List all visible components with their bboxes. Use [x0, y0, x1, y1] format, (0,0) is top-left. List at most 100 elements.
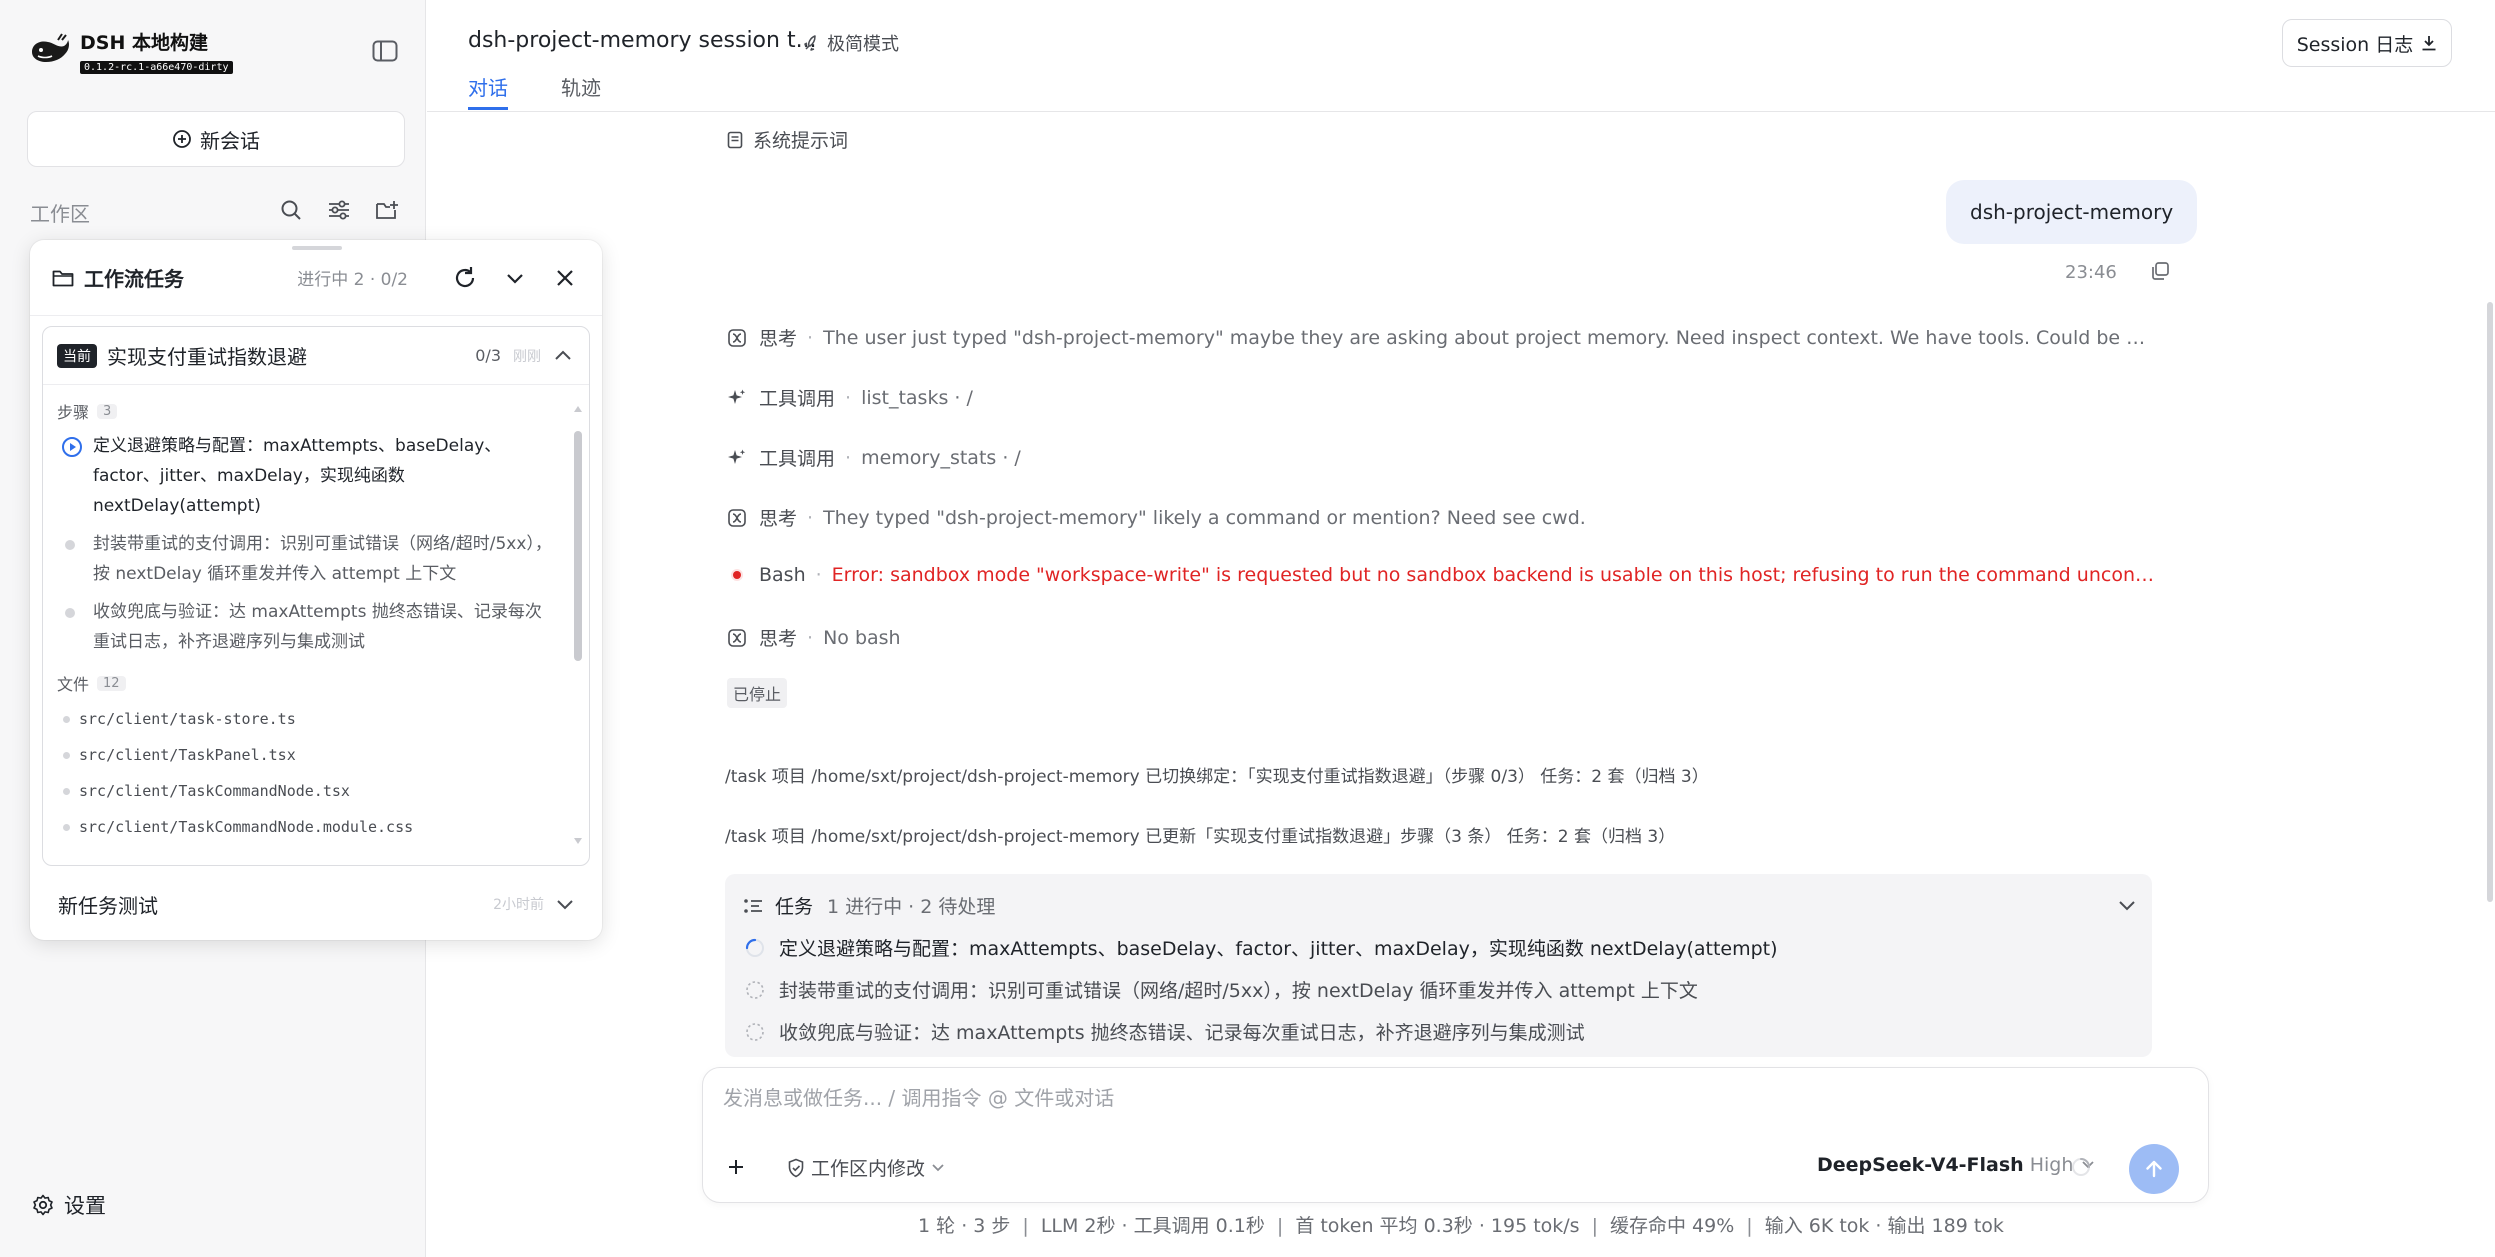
- task-panel-progress: 进行中 2 · 0/2: [297, 270, 408, 290]
- event-row-tool-call[interactable]: 工具调用 · memory_stats · /: [727, 444, 1021, 471]
- model-name: DeepSeek-V4-Flash: [1817, 1154, 2024, 1176]
- event-separator: ·: [807, 326, 814, 349]
- event-detail: The user just typed "dsh-project-memory"…: [823, 326, 2153, 349]
- workspace-label: 工作区: [30, 202, 90, 226]
- event-separator: ·: [807, 506, 814, 529]
- stat-item: LLM 2秒 · 工具调用 0.1秒: [1040, 1215, 1265, 1237]
- tab-chat[interactable]: 对话: [468, 72, 508, 110]
- filter-icon[interactable]: [325, 196, 353, 224]
- workspace-actions: [277, 196, 401, 224]
- event-kind: 思考: [759, 328, 798, 350]
- settings-label: 设置: [64, 1194, 106, 1218]
- plus-circle-icon: [173, 130, 191, 148]
- event-row-thinking[interactable]: 思考 · No bash: [727, 624, 901, 651]
- stat-item: 输入 6K tok · 输出 189 tok: [1764, 1215, 2004, 1237]
- composer: 工作区内修改 DeepSeek-V4-Flash High: [702, 1067, 2209, 1203]
- event-separator: ·: [845, 386, 852, 409]
- tasks-card-item[interactable]: 定义退避策略与配置：maxAttempts、baseDelay、factor、j…: [745, 934, 1778, 961]
- tasks-card-item[interactable]: 收敛兜底与验证：达 maxAttempts 抛终态错误、记录每次重试日志，补齐退…: [745, 1018, 1585, 1045]
- stat-item: 1 轮 · 3 步: [918, 1215, 1011, 1237]
- event-kind: 工具调用: [759, 448, 836, 470]
- model-select[interactable]: DeepSeek-V4-Flash High: [1817, 1154, 2095, 1176]
- event-detail-error: Error: sandbox mode "workspace-write" is…: [831, 564, 2162, 586]
- tasks-card-summary: 1 进行中 · 2 待处理: [827, 896, 996, 918]
- brand-version: 0.1.2-rc.1-a66e470-dirty: [80, 60, 233, 74]
- current-tag: 当前: [57, 343, 97, 368]
- current-task-title: 实现支付重试指数退避: [107, 345, 307, 369]
- conversation-scrollbar[interactable]: [2487, 302, 2495, 1257]
- user-message-bubble: dsh-project-memory: [1946, 180, 2198, 244]
- event-kind: 工具调用: [759, 388, 836, 410]
- event-row-tool-call[interactable]: 工具调用 · list_tasks · /: [727, 384, 973, 411]
- arrow-up-icon: [2146, 1160, 2162, 1178]
- event-row-thinking[interactable]: 思考 · The user just typed "dsh-project-me…: [727, 324, 2153, 351]
- attach-plus-icon[interactable]: [719, 1150, 753, 1184]
- event-row-bash-error[interactable]: Bash · Error: sandbox mode "workspace-wr…: [727, 564, 2162, 586]
- session-title[interactable]: dsh-project-memory session t...: [468, 28, 817, 53]
- scrollbar-thumb[interactable]: [2487, 302, 2493, 902]
- event-detail: list_tasks · /: [861, 386, 973, 409]
- event-kind: Bash: [759, 564, 806, 586]
- model-level: High: [2029, 1154, 2074, 1176]
- folder-icon: [52, 270, 74, 286]
- send-button[interactable]: [2129, 1144, 2179, 1194]
- sparkle-icon: [727, 388, 747, 408]
- run-stats: 1 轮 · 3 步 | LLM 2秒 · 工具调用 0.1秒 | 首 token 平均 …: [918, 1215, 2004, 1237]
- event-row-thinking[interactable]: 思考 · They typed "dsh-project-memory" lik…: [727, 504, 1586, 531]
- tasks-card-item[interactable]: 封装带重试的支付调用：识别可重试错误（网络/超时/5xx），按 nextDela…: [745, 976, 1698, 1003]
- thinking-icon: [727, 628, 747, 648]
- brand[interactable]: DSH 本地构建 0.1.2-rc.1-a66e470-dirty: [28, 30, 233, 74]
- message-time: 23:46: [2065, 262, 2117, 283]
- system-line: /task 项目 /home/sxt/project/dsh-project-m…: [725, 827, 1676, 847]
- event-separator: ·: [815, 564, 822, 586]
- tab-trace[interactable]: 轨迹: [561, 72, 601, 101]
- play-circle-icon: [62, 437, 82, 457]
- steps-count-badge: 3: [97, 403, 118, 419]
- brand-name: DSH 本地构建: [80, 31, 208, 54]
- tasks-card: 任务 1 进行中 · 2 待处理 定义退避策略与配置：maxAttempts、b…: [725, 874, 2152, 1057]
- steps-label: 步骤: [57, 403, 90, 422]
- settings-button[interactable]: 设置: [32, 1190, 106, 1220]
- task-panel-title: 工作流任务: [84, 267, 184, 291]
- event-detail: They typed "dsh-project-memory" likely a…: [823, 506, 1586, 529]
- stopped-badge: 已停止: [727, 678, 788, 708]
- spinner-icon: [745, 938, 764, 957]
- document-icon: [727, 131, 743, 148]
- permission-mode-select[interactable]: 工作区内修改: [787, 1154, 951, 1181]
- pending-circle-icon: [746, 980, 764, 999]
- new-folder-icon[interactable]: [373, 196, 401, 224]
- pending-circle-icon: [746, 1022, 764, 1041]
- pending-dot-icon: [65, 608, 75, 618]
- session-log-label: Session 日志: [2296, 33, 2414, 56]
- event-separator: ·: [807, 626, 814, 649]
- download-icon: [2422, 36, 2436, 51]
- new-chat-label: 新会话: [200, 128, 260, 153]
- loading-spinner-icon: [2070, 1156, 2092, 1182]
- chevron-down-icon: [932, 1163, 944, 1171]
- message-input[interactable]: [723, 1086, 2123, 1110]
- tasks-card-title: 任务: [775, 896, 814, 918]
- session-log-button[interactable]: Session 日志: [2282, 19, 2452, 67]
- chevron-down-icon[interactable]: [2118, 896, 2136, 915]
- task-item-text: 封装带重试的支付调用：识别可重试错误（网络/超时/5xx），按 nextDela…: [779, 980, 1698, 1002]
- speed-mode-toggle[interactable]: 极简模式: [803, 30, 899, 56]
- top-bar: dsh-project-memory session t... 极简模式 对话 …: [427, 0, 2495, 112]
- system-prompt-toggle[interactable]: 系统提示词: [727, 126, 848, 153]
- event-kind: 思考: [759, 628, 798, 650]
- permission-mode-label: 工作区内修改: [811, 1158, 926, 1180]
- tasks-card-header[interactable]: 任务 1 进行中 · 2 待处理: [743, 892, 995, 919]
- conversation: 系统提示词 dsh-project-memory 23:46 思考 · The …: [427, 112, 2495, 1257]
- task-item-text: 收敛兜底与验证：达 maxAttempts 抛终态错误、记录每次重试日志，补齐退…: [779, 1022, 1585, 1044]
- thinking-icon: [727, 508, 747, 528]
- new-chat-button[interactable]: 新会话: [27, 111, 405, 167]
- whale-logo-icon: [32, 33, 69, 62]
- system-line: /task 项目 /home/sxt/project/dsh-project-m…: [725, 767, 1709, 787]
- files-label: 文件: [57, 675, 90, 694]
- search-icon[interactable]: [277, 196, 305, 224]
- copy-icon[interactable]: [2149, 260, 2171, 286]
- sidebar-toggle-icon[interactable]: [372, 40, 398, 62]
- task-list-icon: [744, 898, 762, 913]
- task-item-text: 定义退避策略与配置：maxAttempts、baseDelay、factor、j…: [779, 938, 1778, 960]
- gear-icon: [33, 1194, 53, 1216]
- thinking-icon: [727, 328, 747, 348]
